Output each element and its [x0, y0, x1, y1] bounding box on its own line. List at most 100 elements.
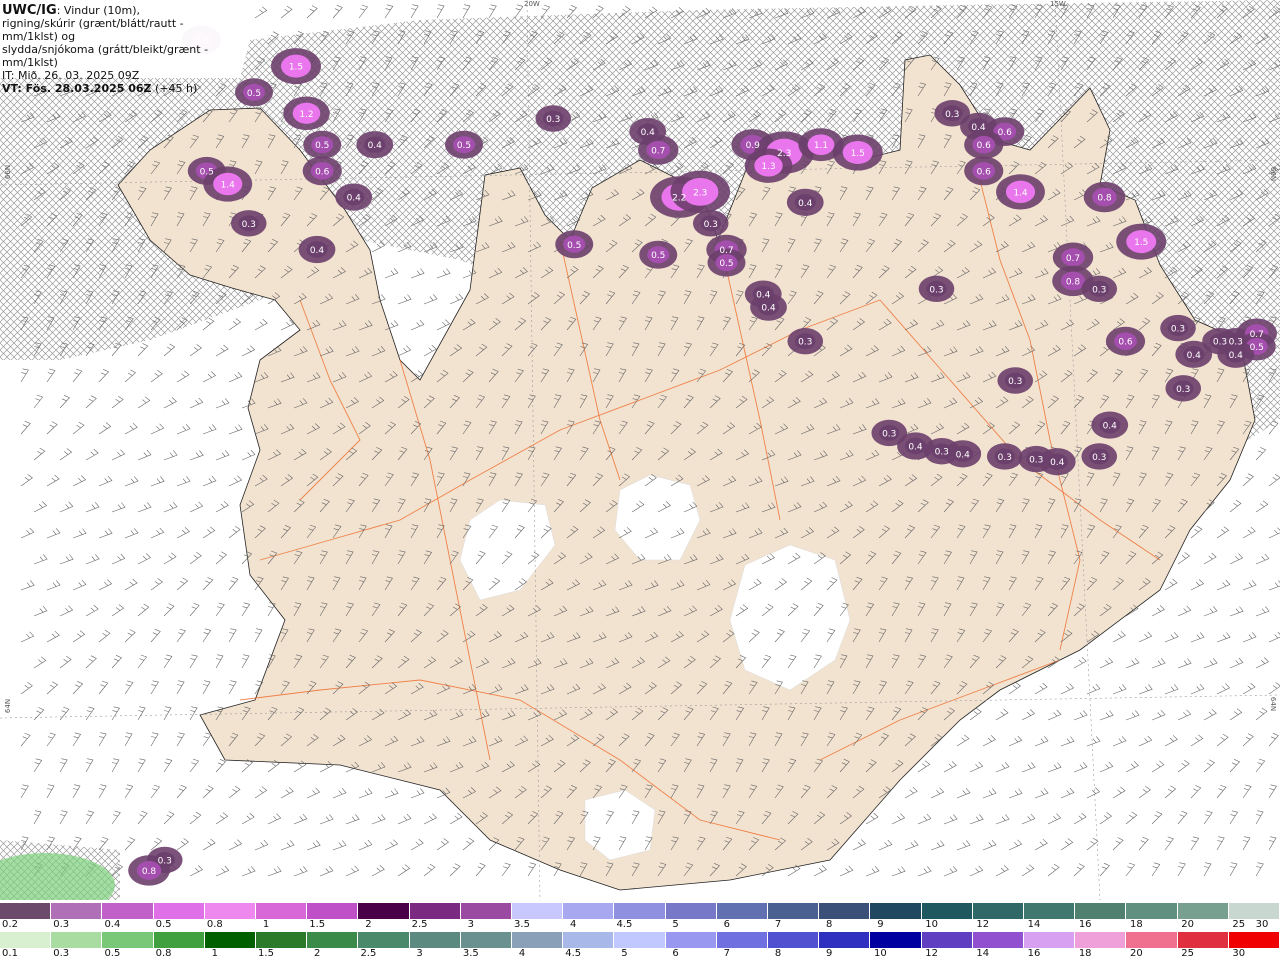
- legend-label: 12: [976, 919, 990, 930]
- precip-value-label: 0.7: [651, 146, 665, 156]
- legend-swatch: [51, 903, 103, 919]
- legend-swatch: [1177, 932, 1229, 948]
- precip-value-label: 0.4: [368, 141, 383, 151]
- legend-label: 0.5: [104, 948, 121, 959]
- precip-value-label: 0.5: [457, 141, 471, 151]
- lat-label-64n-left: 64N: [4, 698, 13, 714]
- precip-value-label: 0.8: [142, 867, 157, 877]
- legend-label: 0.3: [53, 919, 70, 930]
- product-name: UWC/IG: [2, 3, 57, 18]
- legend-label: 2.5: [360, 948, 377, 959]
- legend-swatch: [665, 932, 717, 948]
- precip-value-label: 0.3: [1213, 338, 1227, 348]
- legend-swatch: [153, 932, 205, 948]
- precip-value-label: 2.2: [672, 194, 686, 204]
- legend-label: 6: [723, 919, 730, 930]
- legend-label: 20: [1130, 948, 1143, 959]
- legend-label: 12: [925, 948, 938, 959]
- precip-value-label: 0.4: [347, 194, 362, 204]
- legend-swatch: [256, 932, 308, 948]
- legend-swatch: [153, 903, 205, 919]
- legend-label: 20: [1181, 919, 1194, 930]
- precip-value-label: 0.5: [651, 251, 665, 261]
- precip-value-label: 0.6: [977, 141, 992, 151]
- legend-swatch: [204, 932, 257, 948]
- legend-swatch: [102, 903, 154, 919]
- lon-label-15w: 15W: [1050, 0, 1066, 8]
- precip-value-label: 2.3: [693, 188, 707, 198]
- precip-value-label: 0.4: [956, 450, 971, 460]
- legend-label: 0.5: [155, 919, 172, 930]
- precip-value-label: 0.3: [1229, 338, 1243, 348]
- precip-value-label: 0.3: [1029, 456, 1043, 466]
- legend-swatch: [972, 932, 1025, 948]
- legend-swatch: [51, 932, 103, 948]
- legend-label: 7: [723, 948, 730, 959]
- legend-label: 16: [1027, 948, 1041, 959]
- color-legend: 0.2 0.3 0.4 0.5 0.8 1 1.5 2 2.5 3 3.5 4 4.5 5 6 7 8 9 10 12…: [0, 900, 1280, 960]
- legend-label: 3: [467, 919, 474, 930]
- lat-label-66n-right: 66N: [1269, 166, 1278, 182]
- legend-label: 8: [774, 948, 782, 959]
- precip-value-label: 0.4: [1050, 458, 1065, 468]
- legend-label: 9: [877, 919, 884, 930]
- precip-value-label: 0.5: [315, 141, 329, 151]
- legend-label: 1: [211, 948, 218, 959]
- precip-value-label: 0.5: [247, 89, 261, 99]
- snow-legend-labels: 0.2 0.3 0.4 0.5 0.8 1 1.5 2 2.5 3 3.5 4 4.5 5 6 7 8 9 10 12…: [0, 919, 1280, 931]
- precip-value-label: 0.8: [1066, 277, 1081, 287]
- precip-value-label: 0.5: [1250, 343, 1264, 353]
- precip-value-label: 0.3: [704, 220, 718, 230]
- legend-swatch: [614, 903, 666, 919]
- rain-legend-bar: [0, 932, 1280, 948]
- legend-swatch: [204, 903, 257, 919]
- legend-label: 6: [672, 948, 679, 959]
- legend-swatch: [512, 903, 564, 919]
- legend-swatch: [512, 932, 564, 948]
- legend-swatch: [460, 932, 513, 948]
- init-time: IT: Mið. 26. 03. 2025 09Z: [2, 69, 140, 82]
- legend-label: 10: [925, 919, 938, 930]
- precip-value-label: 0.3: [1176, 385, 1190, 395]
- precip-value-label: 0.3: [546, 115, 560, 125]
- legend-label: 3: [416, 948, 423, 959]
- precip-value-label: 0.5: [567, 241, 581, 251]
- precip-value-label: 1.4: [1013, 188, 1028, 198]
- precip-value-label: 0.6: [1118, 338, 1133, 348]
- legend-label: 1.5: [258, 948, 274, 959]
- legend-label: 8: [826, 919, 833, 930]
- legend-label: 25: [1181, 948, 1194, 959]
- precip-value-label: 1.1: [814, 141, 828, 151]
- precip-value-label: 1.5: [851, 149, 865, 159]
- weather-map: 0.61.50.51.20.50.40.60.51.40.40.30.40.30…: [0, 0, 1280, 900]
- precip-value-label: 0.5: [719, 259, 733, 269]
- legend-swatch: [1126, 903, 1178, 919]
- lon-label-20w: 20W: [524, 0, 540, 8]
- legend-swatch: [1177, 903, 1229, 919]
- precip-value-label: 0.5: [200, 167, 214, 177]
- legend-swatch: [563, 903, 615, 919]
- legend-swatch: [665, 903, 717, 919]
- legend-swatch: [614, 932, 666, 948]
- precip-value-label: 0.7: [719, 246, 733, 256]
- precip-value-label: 0.6: [998, 128, 1013, 138]
- legend-swatch: [972, 903, 1025, 919]
- header-line1: : Vindur (10m),: [56, 4, 140, 17]
- legend-swatch: [563, 932, 615, 948]
- precip-value-label: 0.9: [746, 141, 761, 151]
- legend-label: 18: [1078, 948, 1092, 959]
- header-line3: slydda/snjókoma (grátt/bleikt/grænt - mm…: [2, 43, 209, 69]
- legend-label: 1.5: [309, 919, 326, 930]
- legend-label: 30: [1255, 919, 1269, 930]
- legend-label: 0.8: [155, 948, 172, 959]
- precip-value-label: 0.4: [310, 246, 325, 256]
- legend-label: 0.2: [2, 919, 18, 930]
- legend-label: 0.4: [104, 919, 121, 930]
- legend-label: 18: [1130, 919, 1143, 930]
- legend-label: 16: [1078, 919, 1092, 930]
- legend-swatch: [921, 903, 973, 919]
- precip-value-label: 0.3: [882, 429, 896, 439]
- legend-swatch: [409, 903, 461, 919]
- legend-label: 25: [1232, 919, 1246, 930]
- precip-value-label: 0.6: [977, 167, 992, 177]
